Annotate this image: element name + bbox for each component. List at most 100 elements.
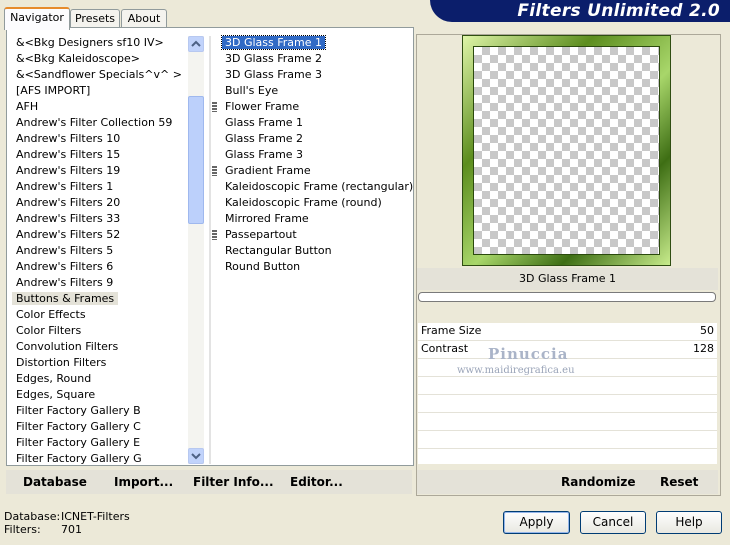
param-value: 50 <box>700 324 714 337</box>
filter-info-button[interactable]: Filter Info... <box>193 475 274 489</box>
randomize-button[interactable]: Randomize <box>561 475 635 489</box>
category-item[interactable]: Andrew's Filter Collection 59 <box>12 115 184 131</box>
filter-item[interactable]: Flower Frame <box>212 99 406 115</box>
filter-label: 3D Glass Frame 3 <box>225 68 323 81</box>
filter-label: Round Button <box>225 260 301 273</box>
category-item[interactable]: Andrew's Filters 1 <box>12 179 184 195</box>
category-item[interactable]: Buttons & Frames <box>12 291 184 307</box>
filter-item[interactable]: Round Button <box>221 259 406 275</box>
category-item[interactable]: &<Bkg Designers sf10 IV> <box>12 35 184 51</box>
param-row-empty <box>418 395 717 413</box>
category-item[interactable]: Andrew's Filters 15 <box>12 147 184 163</box>
category-label: Andrew's Filters 33 <box>16 212 121 225</box>
category-item[interactable]: AFH <box>12 99 184 115</box>
filter-item[interactable]: Kaleidoscopic Frame (round) <box>221 195 406 211</box>
filter-label: 3D Glass Frame 1 <box>220 35 327 50</box>
editor-button[interactable]: Editor... <box>290 475 343 489</box>
category-item[interactable]: Filter Factory Gallery E <box>12 435 184 451</box>
category-item[interactable]: Convolution Filters <box>12 339 184 355</box>
filter-label: Bull's Eye <box>225 84 279 97</box>
category-label: Edges, Square <box>16 388 96 401</box>
import-button[interactable]: Import... <box>114 475 173 489</box>
tab-presets[interactable]: Presets <box>70 9 120 28</box>
preview-transparent-area <box>473 46 660 255</box>
scroll-thumb[interactable] <box>188 96 204 224</box>
filter-list[interactable]: 3D Glass Frame 1 3D Glass Frame 2 3D Glass… <box>212 35 413 275</box>
reset-button[interactable]: Reset <box>660 475 698 489</box>
filter-item[interactable]: 3D Glass Frame 2 <box>221 51 406 67</box>
category-scrollbar[interactable] <box>188 36 204 464</box>
preview-image <box>462 35 671 266</box>
category-label: Andrew's Filters 9 <box>16 276 114 289</box>
filter-label: Glass Frame 2 <box>225 132 304 145</box>
category-item[interactable]: &<Bkg Kaleidoscope> <box>12 51 184 67</box>
category-item[interactable]: Andrew's Filters 6 <box>12 259 184 275</box>
filter-item[interactable]: 3D Glass Frame 3 <box>221 67 406 83</box>
filter-item[interactable]: Rectangular Button <box>221 243 406 259</box>
filter-item[interactable]: Glass Frame 2 <box>221 131 406 147</box>
category-item[interactable]: Andrew's Filters 19 <box>12 163 184 179</box>
filter-label: Glass Frame 3 <box>225 148 304 161</box>
category-item[interactable]: Edges, Square <box>12 387 184 403</box>
category-item[interactable]: Filter Factory Gallery C <box>12 419 184 435</box>
group-grip-icon <box>212 230 217 240</box>
filter-item[interactable]: Glass Frame 1 <box>221 115 406 131</box>
category-item[interactable]: Andrew's Filters 5 <box>12 243 184 259</box>
category-label: Filter Factory Gallery G <box>16 452 142 465</box>
category-list[interactable]: &<Bkg Designers sf10 IV> &<Bkg Kaleidosco… <box>12 35 184 467</box>
filter-label: Kaleidoscopic Frame (round) <box>225 196 382 209</box>
category-item[interactable]: &<Sandflower Specials^v^ > <box>12 67 184 83</box>
category-label: Buttons & Frames <box>12 292 119 305</box>
filter-item[interactable]: Kaleidoscopic Frame (rectangular) <box>221 179 413 195</box>
tab-navigator[interactable]: Navigator <box>4 7 70 30</box>
chevron-up-icon <box>191 40 201 47</box>
scroll-down-button[interactable] <box>188 448 204 464</box>
filter-item[interactable]: 3D Glass Frame 1 <box>220 35 406 51</box>
watermark-name: Pinuccia <box>488 345 569 363</box>
category-label: Andrew's Filter Collection 59 <box>16 116 173 129</box>
category-item[interactable]: Filter Factory Gallery B <box>12 403 184 419</box>
help-button[interactable]: Help <box>656 511 722 534</box>
filter-item[interactable]: Mirrored Frame <box>221 211 406 227</box>
category-label: &<Sandflower Specials^v^ > <box>16 68 182 81</box>
filter-item[interactable]: Gradient Frame <box>212 163 406 179</box>
category-label: Filter Factory Gallery B <box>16 404 141 417</box>
category-label: Filter Factory Gallery C <box>16 420 141 433</box>
category-label: Andrew's Filters 5 <box>16 244 114 257</box>
category-item[interactable]: Andrew's Filters 20 <box>12 195 184 211</box>
filters-label: Filters: <box>4 523 41 536</box>
category-item[interactable]: Edges, Round <box>12 371 184 387</box>
param-name: Contrast <box>421 342 469 355</box>
filter-label: Mirrored Frame <box>225 212 309 225</box>
filters-count: 701 <box>61 523 82 536</box>
filter-label: 3D Glass Frame 2 <box>225 52 323 65</box>
filter-item[interactable]: Bull's Eye <box>221 83 406 99</box>
cancel-button[interactable]: Cancel <box>580 511 646 534</box>
scroll-up-button[interactable] <box>188 36 204 52</box>
category-item[interactable]: Andrew's Filters 52 <box>12 227 184 243</box>
category-item[interactable]: Color Effects <box>12 307 184 323</box>
filter-item[interactable]: Glass Frame 3 <box>221 147 406 163</box>
group-grip-icon <box>212 102 217 112</box>
category-item[interactable]: Filter Factory Gallery G <box>12 451 184 467</box>
category-label: Andrew's Filters 19 <box>16 164 121 177</box>
banner-title: Filters Unlimited 2.0 <box>517 1 720 21</box>
database-button[interactable]: Database <box>23 475 87 489</box>
category-item[interactable]: Andrew's Filters 9 <box>12 275 184 291</box>
filter-item[interactable]: Passepartout <box>212 227 406 243</box>
category-item[interactable]: Andrew's Filters 10 <box>12 131 184 147</box>
category-item[interactable]: Color Filters <box>12 323 184 339</box>
param-row-frame-size[interactable]: Frame Size 50 <box>418 323 717 341</box>
category-item[interactable]: Andrew's Filters 33 <box>12 211 184 227</box>
category-label: Color Filters <box>16 324 82 337</box>
category-label: Andrew's Filters 1 <box>16 180 114 193</box>
category-item[interactable]: [AFS IMPORT] <box>12 83 184 99</box>
category-item[interactable]: Distortion Filters <box>12 355 184 371</box>
category-label: Andrew's Filters 52 <box>16 228 121 241</box>
category-label: AFH <box>16 100 39 113</box>
category-label: Andrew's Filters 10 <box>16 132 121 145</box>
tab-about[interactable]: About <box>121 9 167 28</box>
category-label: Andrew's Filters 20 <box>16 196 121 209</box>
param-name: Frame Size <box>421 324 482 337</box>
apply-button[interactable]: Apply <box>503 511 570 534</box>
